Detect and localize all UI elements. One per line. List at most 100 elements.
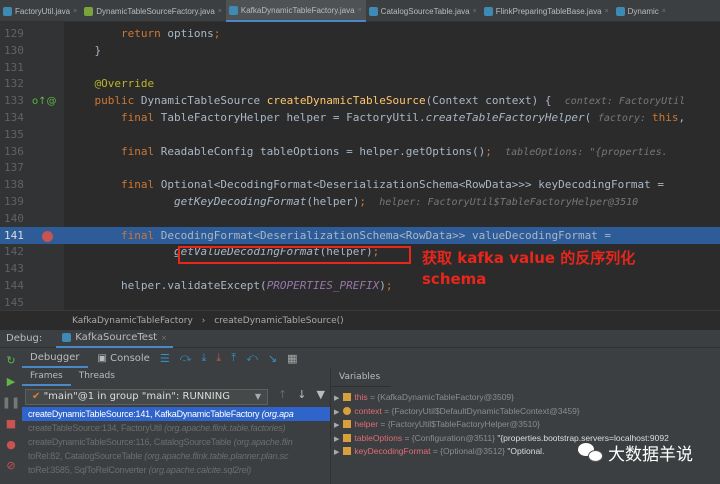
tab-console[interactable]: ▣ Console [98,353,150,364]
code-text: } [68,42,101,59]
frame-package: (org.apache.flink.table.factories) [164,423,286,433]
breadcrumb-method[interactable]: createDynamicTableSource() [214,316,343,326]
code-token: ) [379,279,386,292]
breakpoint-icon[interactable] [42,231,53,242]
code-token: PROPERTIES_PREFIX [266,279,380,292]
code-text: final DecodingFormat<DeserializationSche… [68,227,611,244]
highlight-box [178,246,411,264]
step-into-icon[interactable]: ⤓ [201,351,206,365]
close-icon[interactable]: × [218,8,222,15]
drop-frame-icon[interactable]: ⤺ [246,351,258,365]
code-token: final [68,228,161,242]
field-icon [343,393,352,401]
arrow-down-icon[interactable]: ↓ [297,388,306,401]
editor-tab[interactable]: FlinkPreparingTableBase.java × [481,0,613,22]
code-text: return options; [68,25,220,42]
line-number: 133 [4,94,24,108]
line-number: 130 [4,43,24,57]
stack-frame[interactable]: createDynamicTableSource:116, CatalogSou… [22,435,330,449]
debug-session-tab[interactable]: KafkaSourceTest × [56,330,173,348]
evaluate-icon[interactable]: ▦ [287,352,297,365]
code-line: 140 [0,210,720,227]
stack-frame[interactable]: createTableSource:134, FactoryUtil (org.… [22,421,330,435]
force-step-into-icon[interactable]: ⤓ [216,351,221,365]
code-token: @Override [68,77,155,91]
code-editor[interactable]: 129 return options; 130 } 131 132 @Override… [0,22,720,310]
stack-frame[interactable]: createDynamicTableSource:141, KafkaDynam… [22,407,330,421]
code-text: public DynamicTableSource createDynamicT… [68,92,685,110]
line-number: 131 [4,60,24,74]
expand-icon[interactable]: ▶ [334,422,339,429]
variable-value: = {Configuration@3511} [402,432,498,443]
code-token: final [68,144,161,158]
variable-row[interactable]: ▶ this = {KafkaDynamicTableFactory@3509} [331,391,720,405]
variable-value: = {FactoryUtil$TableFactoryHelper@3510} [378,419,540,429]
frames-list: createDynamicTableSource:141, KafkaDynam… [22,407,330,484]
variable-value: = {Optional@3512} [430,446,508,456]
variable-name: helper [354,419,379,429]
line-number: 144 [4,279,24,292]
close-icon[interactable]: × [473,8,477,15]
frame-method: toRel:82, CatalogSourceTable [28,451,145,461]
class-file-icon [615,6,625,16]
field-icon [343,447,352,455]
tab-debugger[interactable]: Debugger [22,349,88,368]
debug-side-toolbar: ↻ ▶ ❚❚ ■ ● ⊘ [0,348,22,484]
breadcrumb-class[interactable]: KafkaDynamicTableFactory [72,316,193,326]
close-icon[interactable]: × [605,8,609,15]
code-text: @Override [68,75,154,92]
code-line: 145 [0,294,720,311]
tab-frames[interactable]: Frames [22,368,71,386]
resume-icon[interactable]: ▶ [7,375,15,388]
editor-tab[interactable]: CatalogSourceTable.java × [366,0,481,22]
code-token: DecodingFormat<DeserializationSchema<Row… [160,228,612,242]
annotation-line2: schema [422,270,487,288]
close-icon[interactable]: × [358,7,362,14]
code-token: helper.validateExcept( [68,279,267,292]
expand-icon[interactable]: ▶ [334,395,339,402]
code-line: 133 public DynamicTableSource createDyna… [0,92,720,109]
step-over-icon[interactable]: ⤼ [180,351,192,365]
run-config-icon [62,333,72,342]
tab-threads[interactable]: Threads [71,368,123,386]
thread-select[interactable]: ✔ "main"@1 in group "main": RUNNING ▼ [25,389,268,405]
expand-icon[interactable]: ▶ [334,436,339,443]
close-icon[interactable]: × [161,334,167,342]
stack-frame[interactable]: toRel:82, CatalogSourceTable (org.apache… [22,449,330,463]
variables-panel: Variables ▶ this = {KafkaDynamicTableFact… [330,368,720,484]
editor-tab[interactable]: FactoryUtil.java × [0,0,81,22]
line-number: 145 [4,295,24,309]
code-token: , [678,111,686,124]
editor-tab[interactable]: Dynamic × [613,0,670,22]
field-icon [343,433,352,442]
expand-icon[interactable]: ▶ [334,449,339,456]
code-token: createDynamicTableSource [266,94,426,108]
expand-icon[interactable]: ▶ [334,409,339,416]
stack-frame[interactable]: toRel:3585, SqlToRelConverter (org.apach… [22,463,330,477]
variable-row[interactable]: ▶ context = {FactoryUtil$DefaultDynamicTa… [331,405,720,419]
watermark: 大数据羊说 [578,440,693,465]
frame-package: (org.apache.flink.table.planner.plan.sc [144,451,289,461]
stop-icon[interactable]: ■ [6,417,16,430]
class-file-icon [483,6,493,16]
mute-breakpoints-icon[interactable]: ⊘ [6,459,15,472]
editor-tab[interactable]: KafkaDynamicTableFactory.java × [225,0,366,22]
code-text: helper.validateExcept(PROPERTIES_PREFIX)… [68,277,393,294]
close-icon[interactable]: × [662,8,666,15]
step-out-icon[interactable]: ⤒ [231,351,236,365]
run-to-cursor-icon[interactable]: ↘ [268,352,277,365]
filter-icon[interactable]: ▼ [316,388,324,401]
code-line: 135 [0,126,720,143]
code-token: getKeyDecodingFormat [68,195,307,208]
close-icon[interactable]: × [73,8,77,15]
watermark-text: 大数据羊说 [608,445,693,465]
arrow-up-icon[interactable]: ↑ [278,388,287,401]
variable-row[interactable]: ▶ helper = {FactoryUtil$TableFactoryHelpe… [331,418,720,432]
pause-icon[interactable]: ❚❚ [2,396,20,409]
variable-value: = {KafkaDynamicTableFactory@3509} [367,392,514,402]
code-token: tableOptions: "{properties. [505,146,668,158]
view-breakpoints-icon[interactable]: ● [6,438,16,451]
frames-layout-icon[interactable]: ☰ [160,352,170,365]
rerun-icon[interactable]: ↻ [6,354,15,367]
editor-tab[interactable]: DynamicTableSourceFactory.java × [81,0,226,22]
